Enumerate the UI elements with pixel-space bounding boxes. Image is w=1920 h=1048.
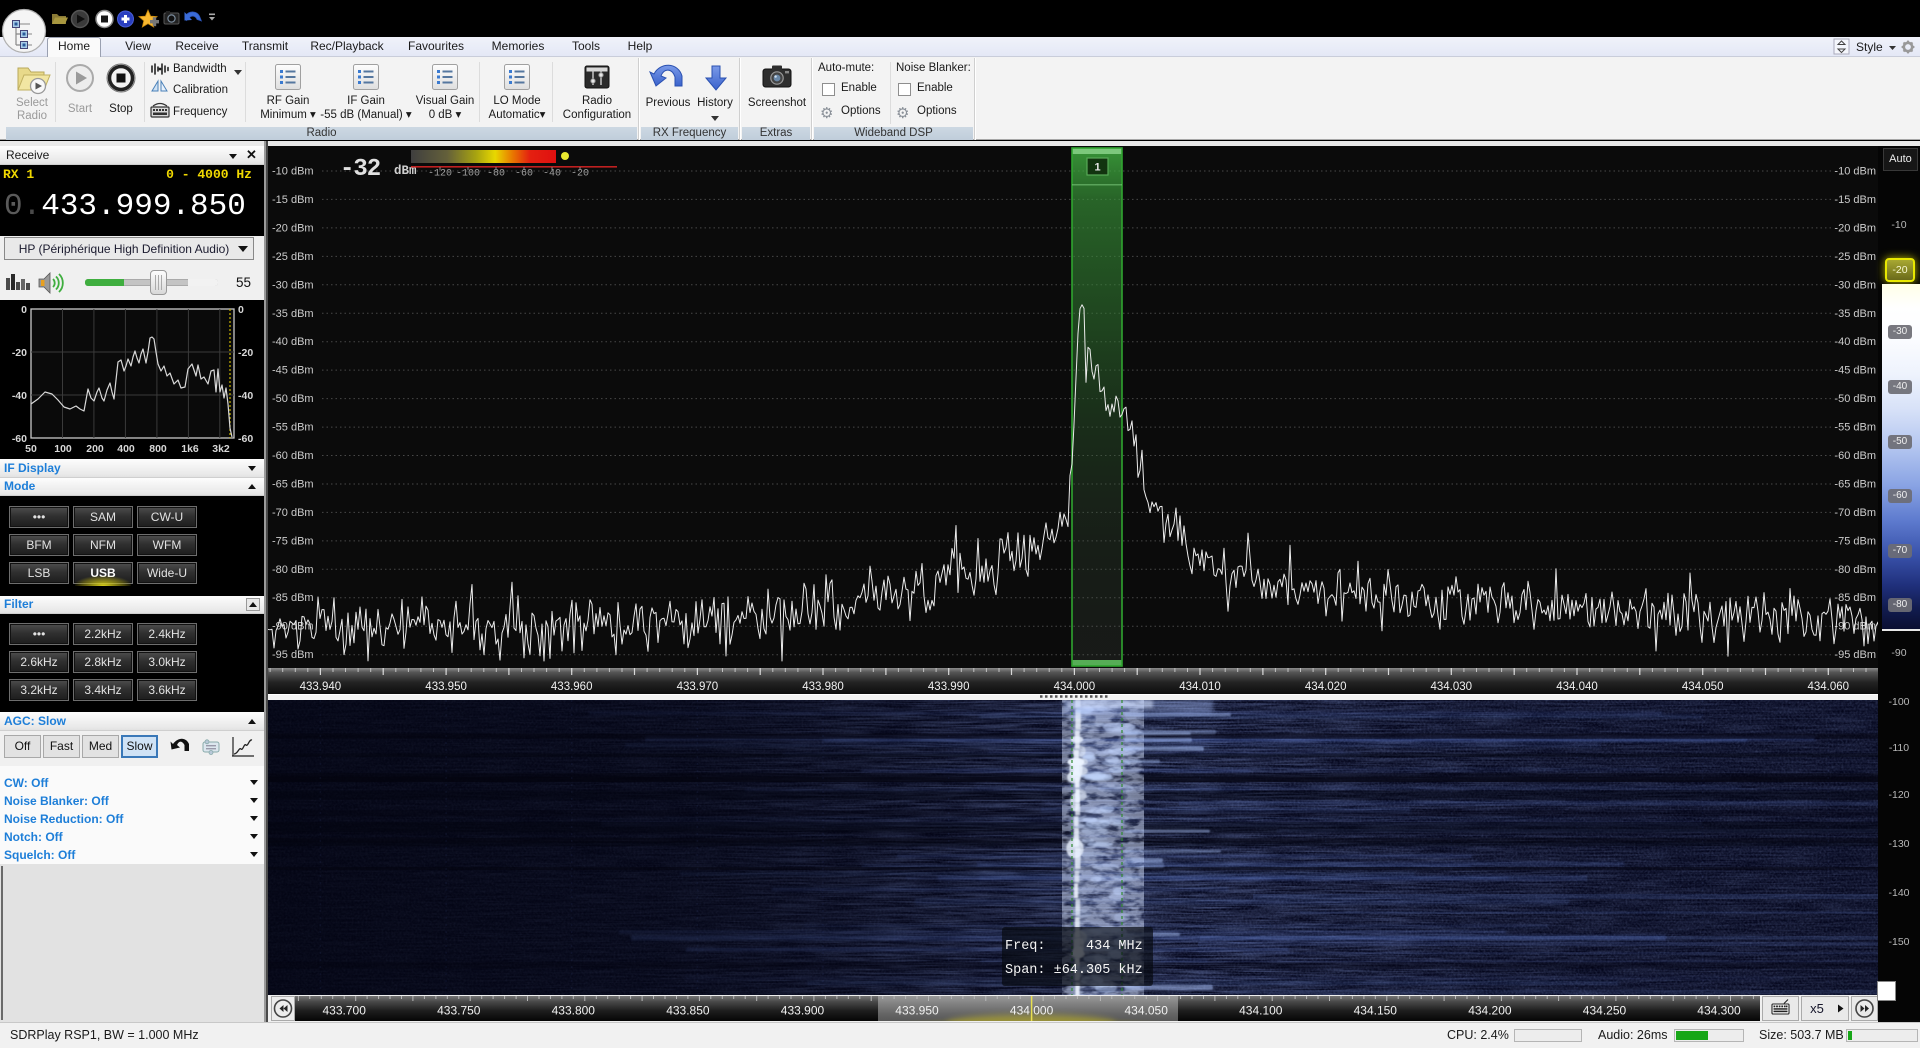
svg-text:-75 dBm: -75 dBm [272,535,314,547]
svg-text:434.250: 434.250 [1583,1004,1627,1018]
svg-text:1: 1 [1094,162,1100,174]
svg-text:-55 dBm: -55 dBm [1834,422,1876,434]
svg-text:-100: -100 [456,169,480,180]
svg-text:433.750: 433.750 [437,1004,481,1018]
svg-text:-85 dBm: -85 dBm [1834,592,1876,604]
svg-text:-30 dBm: -30 dBm [1834,279,1876,291]
svg-text:-10 dBm: -10 dBm [272,166,314,178]
svg-text:-60 dBm: -60 dBm [272,450,314,462]
svg-text:434.100: 434.100 [1239,1004,1283,1018]
svg-text:1k6: 1k6 [181,443,199,455]
svg-text:x5: x5 [1810,1001,1824,1016]
svg-text:-50 dBm: -50 dBm [272,393,314,405]
svg-text:433.800: 433.800 [552,1004,596,1018]
svg-text:-15 dBm: -15 dBm [1834,194,1876,206]
svg-text:-35 dBm: -35 dBm [1834,308,1876,320]
svg-text:-5 dBm: -5 dBm [272,146,307,149]
svg-text:-70 dBm: -70 dBm [272,507,314,519]
svg-text:-80: -80 [487,169,505,180]
svg-text:-45 dBm: -45 dBm [1834,365,1876,377]
svg-text:-32: -32 [340,156,380,183]
svg-text:-55 dBm: -55 dBm [272,422,314,434]
svg-text:434.040: 434.040 [1556,681,1598,693]
svg-text:-85 dBm: -85 dBm [272,592,314,604]
svg-text:-45 dBm: -45 dBm [272,365,314,377]
svg-text:433.850: 433.850 [666,1004,710,1018]
svg-text:200: 200 [86,443,104,455]
svg-text:433.700: 433.700 [323,1004,367,1018]
svg-text:-95 dBm: -95 dBm [272,649,314,661]
svg-text:434.020: 434.020 [1305,681,1347,693]
svg-text:433.970: 433.970 [677,681,719,693]
svg-text:-40 dBm: -40 dBm [272,336,314,348]
svg-text:433.980: 433.980 [802,681,844,693]
svg-text:400: 400 [117,443,135,455]
svg-text:433.950: 433.950 [895,1004,939,1018]
svg-text:433.990: 433.990 [928,681,970,693]
svg-text:-20 dBm: -20 dBm [272,222,314,234]
svg-text:Style: Style [1856,40,1883,54]
svg-text:433.900: 433.900 [781,1004,825,1018]
svg-text:-40: -40 [543,169,561,180]
svg-text:-60: -60 [238,433,253,445]
svg-text:-40: -40 [12,390,27,402]
svg-text:-80 dBm: -80 dBm [1834,564,1876,576]
svg-text:433.940: 433.940 [300,681,342,693]
svg-text:50: 50 [25,443,37,455]
svg-text:-10 dBm: -10 dBm [1834,166,1876,178]
svg-text:-65 dBm: -65 dBm [1834,479,1876,491]
svg-text:800: 800 [149,443,167,455]
svg-text:434.050: 434.050 [1125,1004,1169,1018]
svg-text:434.060: 434.060 [1808,681,1850,693]
svg-text:-20: -20 [238,347,253,359]
svg-text:100: 100 [54,443,72,455]
svg-text:-50 dBm: -50 dBm [1834,393,1876,405]
svg-text:0: 0 [21,304,27,316]
svg-text:-120: -120 [428,169,452,180]
svg-text:434.010: 434.010 [1179,681,1221,693]
svg-text:-60 dBm: -60 dBm [1834,450,1876,462]
svg-text:-30 dBm: -30 dBm [272,279,314,291]
svg-text:434.150: 434.150 [1354,1004,1398,1018]
svg-text:-15 dBm: -15 dBm [272,194,314,206]
svg-text:-20: -20 [571,169,589,180]
svg-text:433.950: 433.950 [425,681,467,693]
svg-text:434.000: 434.000 [1054,681,1096,693]
svg-text:-40 dBm: -40 dBm [1834,336,1876,348]
svg-text:-20: -20 [12,347,27,359]
svg-text:-80 dBm: -80 dBm [272,564,314,576]
svg-text:-70 dBm: -70 dBm [1834,507,1876,519]
svg-text:434.200: 434.200 [1468,1004,1512,1018]
svg-text:434.050: 434.050 [1682,681,1724,693]
svg-text:434.030: 434.030 [1431,681,1473,693]
svg-text:-65 dBm: -65 dBm [272,479,314,491]
svg-text:-35 dBm: -35 dBm [272,308,314,320]
svg-text:0: 0 [238,304,244,316]
svg-text:433.960: 433.960 [551,681,593,693]
svg-text:-40: -40 [238,390,253,402]
svg-text:-20 dBm: -20 dBm [1834,222,1876,234]
svg-text:-25 dBm: -25 dBm [272,251,314,263]
svg-text:-5 dBm: -5 dBm [1841,146,1876,149]
svg-text:-25 dBm: -25 dBm [1834,251,1876,263]
svg-text:-75 dBm: -75 dBm [1834,535,1876,547]
svg-text:-60: -60 [515,169,533,180]
svg-text:3k2: 3k2 [212,443,230,455]
svg-text:-95 dBm: -95 dBm [1834,649,1876,661]
svg-text:434.300: 434.300 [1697,1004,1741,1018]
